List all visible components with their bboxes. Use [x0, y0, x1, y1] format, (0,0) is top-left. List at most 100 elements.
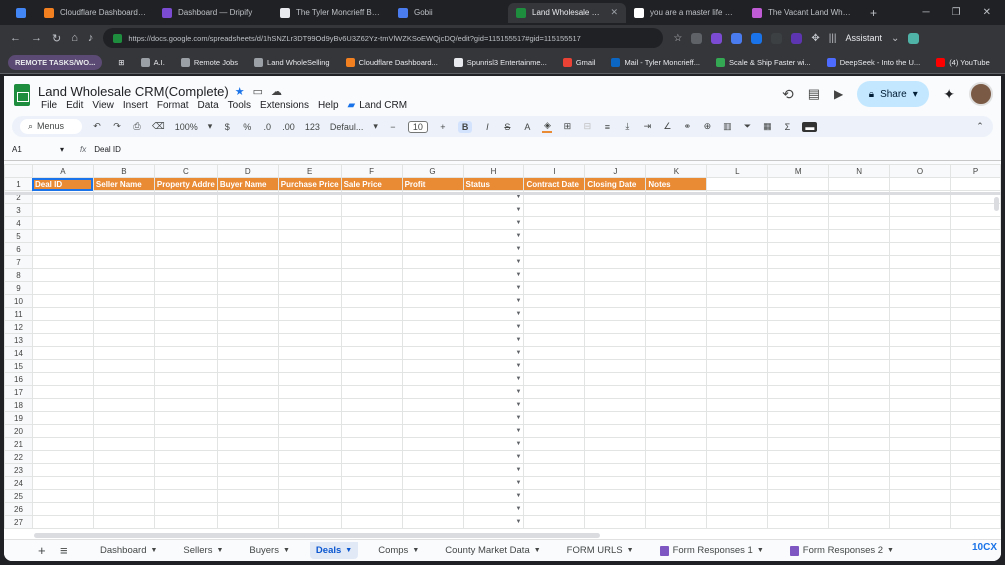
cell[interactable] [706, 281, 769, 295]
status-dropdown[interactable]: ▼ [462, 411, 525, 425]
font-size-decrease-icon[interactable]: − [388, 122, 398, 132]
cell[interactable] [277, 502, 342, 516]
bookmark-item[interactable]: Cloudflare Dashboard... [345, 57, 438, 67]
filter-icon[interactable]: ⏷ [742, 121, 752, 132]
column-header[interactable]: M [767, 164, 830, 178]
header-cell[interactable]: Purchase Price [277, 177, 342, 191]
cell[interactable] [584, 437, 647, 451]
cell[interactable] [584, 346, 647, 360]
cell[interactable] [277, 515, 342, 529]
cell[interactable] [767, 216, 830, 230]
status-dropdown[interactable]: ▼ [462, 216, 525, 230]
cell[interactable] [949, 281, 1001, 295]
cell[interactable] [340, 307, 403, 321]
status-dropdown[interactable]: ▼ [462, 385, 525, 399]
bookmark-star-icon[interactable]: ☆ [673, 33, 682, 44]
cell[interactable] [949, 320, 1001, 334]
cell[interactable] [949, 294, 1001, 308]
cell[interactable] [767, 307, 830, 321]
cell[interactable] [153, 333, 218, 347]
cell[interactable] [828, 281, 891, 295]
cell[interactable] [523, 476, 586, 490]
cell[interactable] [401, 476, 464, 490]
header-cell[interactable]: Seller Name [92, 177, 155, 191]
formula-input[interactable]: Deal ID [94, 145, 121, 154]
row-header[interactable]: 24 [4, 476, 33, 490]
cell[interactable] [706, 463, 769, 477]
home-icon[interactable]: ⌂ [71, 32, 78, 44]
cell[interactable] [340, 203, 403, 217]
cell[interactable] [706, 385, 769, 399]
cell[interactable] [949, 255, 1001, 269]
header-cell[interactable]: Sale Price [340, 177, 403, 191]
cell[interactable] [767, 489, 830, 503]
move-folder-icon[interactable]: ▭ [253, 85, 263, 98]
cell[interactable] [153, 346, 218, 360]
bookmark-item[interactable]: A.I. [140, 57, 165, 67]
cell[interactable] [277, 268, 342, 282]
cell[interactable] [767, 398, 830, 412]
row-header[interactable]: 1 [4, 177, 33, 191]
bookmark-item[interactable]: DeepSeek - Into the U... [826, 57, 920, 67]
cell[interactable] [31, 333, 94, 347]
bookmark-item[interactable]: Mail - Tyler Moncrieff... [611, 57, 700, 67]
column-header[interactable]: H [462, 164, 525, 178]
row-header[interactable]: 17 [4, 385, 33, 399]
sheet-tab[interactable]: Deals ▼ [309, 542, 359, 559]
cell[interactable] [31, 424, 94, 438]
status-dropdown[interactable]: ▼ [462, 437, 525, 451]
menus-search[interactable]: ⌕ Menus [20, 119, 82, 134]
cell[interactable] [767, 424, 830, 438]
extension-icon[interactable] [791, 32, 803, 44]
cell[interactable] [216, 372, 279, 386]
cell[interactable] [706, 268, 769, 282]
cell[interactable] [92, 333, 155, 347]
cell[interactable] [401, 281, 464, 295]
cell[interactable] [828, 242, 891, 256]
column-header[interactable]: B [92, 164, 155, 178]
status-dropdown[interactable]: ▼ [462, 307, 525, 321]
row-header[interactable]: 23 [4, 463, 33, 477]
cell[interactable] [340, 385, 403, 399]
column-header[interactable]: O [889, 164, 951, 178]
header-cell[interactable]: Profit [401, 177, 464, 191]
cell[interactable] [277, 346, 342, 360]
cell[interactable] [153, 398, 218, 412]
cell[interactable] [92, 242, 155, 256]
bookmark-item[interactable]: Remote Jobs [180, 57, 238, 67]
cell[interactable] [277, 372, 342, 386]
cell[interactable] [767, 476, 830, 490]
cell[interactable] [889, 203, 951, 217]
cell[interactable] [277, 385, 342, 399]
mic-icon[interactable]: ♪ [88, 32, 94, 44]
cell[interactable] [153, 476, 218, 490]
cell[interactable] [92, 320, 155, 334]
cell[interactable] [828, 489, 891, 503]
cell[interactable] [828, 411, 891, 425]
browser-tab[interactable]: Cloudflare Dashboard | Manage [36, 3, 154, 23]
cell[interactable] [706, 411, 769, 425]
input-tools-icon[interactable]: ▬ [802, 121, 818, 132]
cell[interactable] [645, 216, 708, 230]
column-header[interactable]: J [584, 164, 647, 178]
row-header[interactable]: 15 [4, 359, 33, 373]
cell[interactable] [767, 359, 830, 373]
column-header[interactable]: D [216, 164, 279, 178]
cell[interactable] [340, 242, 403, 256]
cell[interactable] [828, 346, 891, 360]
cell[interactable] [584, 242, 647, 256]
bold-button[interactable]: B [457, 120, 473, 133]
cell[interactable] [523, 385, 586, 399]
cell[interactable] [153, 515, 218, 529]
chart-icon[interactable]: ▥ [722, 121, 732, 132]
chevron-down-icon[interactable]: ▼ [216, 547, 223, 554]
cell[interactable] [523, 229, 586, 243]
cell[interactable] [340, 255, 403, 269]
strikethrough-button[interactable]: S [502, 122, 512, 132]
cell[interactable] [828, 385, 891, 399]
cell[interactable] [645, 398, 708, 412]
bookmark-item[interactable]: Spunrisl3 Entertainme... [453, 57, 547, 67]
align-horizontal-icon[interactable]: ≡ [602, 122, 612, 132]
cell[interactable] [401, 216, 464, 230]
cell[interactable] [706, 450, 769, 464]
